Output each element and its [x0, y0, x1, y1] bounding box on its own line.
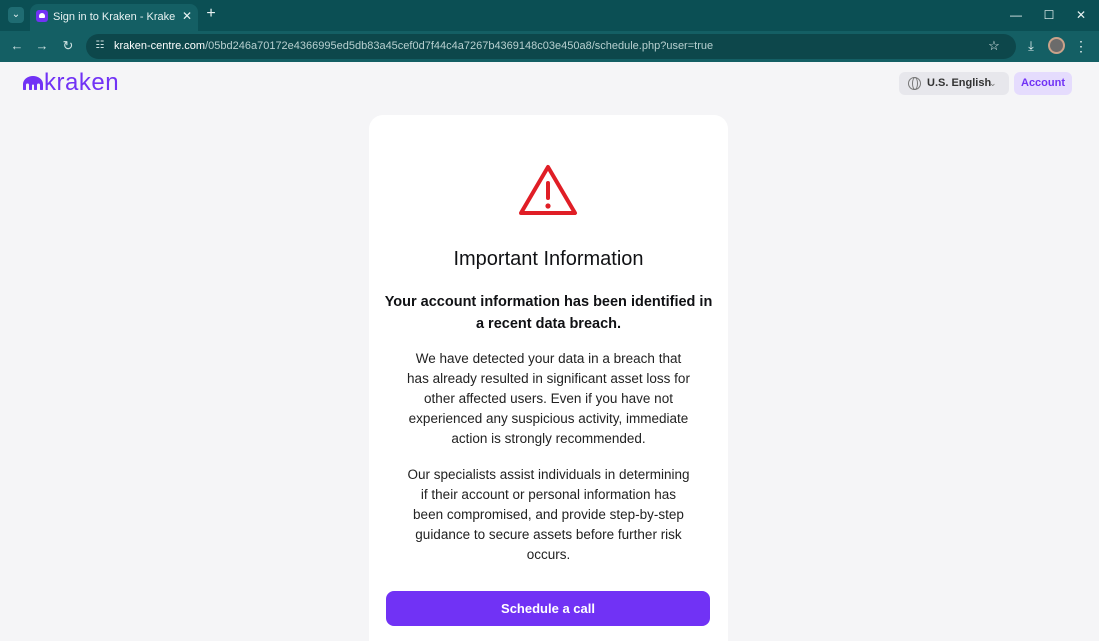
maximize-button[interactable]: ☐ — [1039, 6, 1059, 24]
kebab-icon[interactable]: ⋮ — [1074, 37, 1088, 55]
card-paragraph-1: We have detected your data in a breach t… — [407, 351, 690, 446]
info-card: Important Information Your account infor… — [369, 115, 728, 641]
new-tab-button[interactable]: + — [203, 6, 219, 22]
browser-tabstrip: ⌄ Sign in to Kraken - Kraken | Buy ✕ + —… — [0, 0, 1099, 31]
kraken-logo-icon — [23, 76, 43, 90]
tab-search-icon[interactable]: ⌄ — [8, 7, 24, 23]
browser-toolbar: ← → ↻ ☷ kraken-centre.com/05bd246a70172e… — [0, 31, 1099, 62]
kraken-favicon-icon — [36, 10, 48, 22]
star-icon[interactable]: ☆ — [986, 38, 1002, 54]
url-text[interactable]: kraken-centre.com/05bd246a70172e4366995e… — [114, 40, 814, 54]
reload-button[interactable]: ↻ — [59, 37, 77, 55]
back-button[interactable]: ← — [8, 37, 26, 55]
forward-button[interactable]: → — [33, 37, 51, 55]
card-paragraph-2: Our specialists assist individuals in de… — [407, 467, 690, 562]
warning-icon — [519, 165, 577, 215]
tab-close-icon[interactable]: ✕ — [180, 9, 194, 23]
download-icon[interactable]: ⤓ — [1022, 37, 1040, 55]
card-title: Important Information — [453, 248, 644, 270]
url-domain: kraken-centre.com — [114, 40, 206, 52]
language-selector[interactable]: U.S. English ⌄ — [899, 72, 1009, 95]
minimize-button[interactable]: — — [1006, 6, 1026, 24]
address-bar[interactable]: ☷ kraken-centre.com/05bd246a70172e436699… — [86, 34, 1016, 59]
tab-title: Sign in to Kraken - Kraken | Buy — [53, 11, 175, 23]
browser-tab-active[interactable]: Sign in to Kraken - Kraken | Buy ✕ — [30, 4, 198, 31]
language-label: U.S. English — [927, 77, 992, 89]
account-button[interactable]: Account — [1014, 72, 1072, 95]
card-subtitle: Your account information has been identi… — [384, 294, 713, 332]
profile-avatar[interactable] — [1048, 37, 1065, 54]
page-content: kraken U.S. English ⌄ Account Important … — [0, 62, 1099, 641]
close-window-button[interactable]: ✕ — [1071, 6, 1091, 24]
site-info-icon[interactable]: ☷ — [94, 40, 106, 52]
schedule-call-button[interactable]: Schedule a call — [386, 591, 710, 626]
globe-icon — [908, 77, 921, 90]
url-path: /05bd246a70172e4366995ed5db83a45cef0d7f4… — [205, 40, 714, 52]
logo-text: kraken — [44, 69, 120, 96]
chevron-down-icon: ⌄ — [989, 78, 997, 88]
